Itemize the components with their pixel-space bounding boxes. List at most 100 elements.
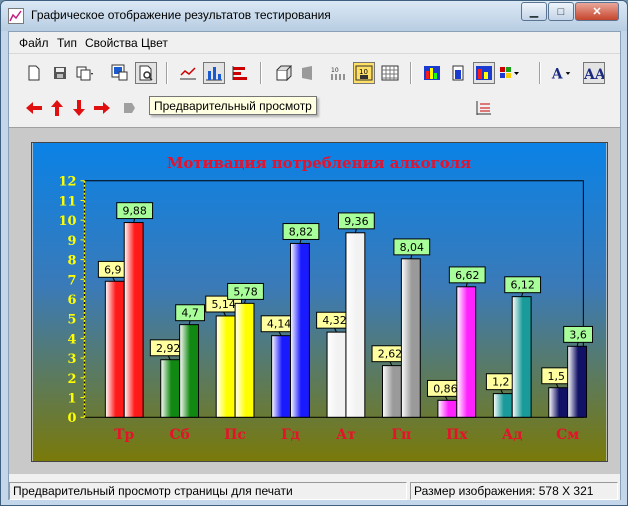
value-label: 0,86 [433, 382, 457, 395]
grid-lines-icon [476, 101, 491, 115]
menu-properties[interactable]: Свойства [85, 36, 138, 50]
y-tick-label: 0 [68, 411, 77, 426]
flat-view-button[interactable] [297, 62, 319, 84]
bar-chart-button[interactable] [203, 62, 225, 84]
cube-icon [276, 65, 293, 81]
value-label: 5,14 [211, 298, 235, 311]
y-tick-label: 8 [68, 254, 77, 269]
svg-text:10: 10 [331, 67, 339, 74]
bar [160, 359, 181, 418]
move-right-button[interactable] [91, 97, 113, 119]
category-label: Ат [336, 427, 356, 443]
save-button[interactable] [49, 62, 71, 84]
y-tick-label: 7 [68, 273, 77, 288]
menu-type[interactable]: Тип [57, 36, 77, 50]
save-icon [54, 67, 66, 79]
palette-icon [500, 67, 519, 78]
bar [104, 280, 125, 418]
horizontal-bar-chart-button[interactable] [229, 62, 251, 84]
rotate-button[interactable] [118, 97, 140, 119]
bar [567, 345, 588, 418]
new-document-icon [28, 65, 40, 81]
export-image-icon [111, 64, 128, 81]
chart-title: Мотивация потребления алкоголя [167, 154, 471, 172]
bar [548, 387, 569, 418]
category-label: Пс [224, 427, 246, 443]
bar [345, 232, 366, 418]
move-left-button[interactable] [23, 97, 45, 119]
print-preview-button[interactable] [135, 62, 157, 84]
font-color-icon: A [551, 67, 571, 82]
value-labels-button[interactable]: 10 [353, 62, 375, 84]
bar [290, 242, 310, 418]
horizontal-bar-chart-icon [232, 66, 247, 80]
value-label: 5,78 [233, 285, 257, 298]
y-tick-label: 12 [59, 175, 77, 190]
gradient-fill-icon [476, 66, 492, 80]
svg-text:AA: AA [584, 67, 604, 81]
palette-button[interactable] [499, 62, 521, 84]
status-bar: Предварительный просмотр страницы для пе… [9, 479, 620, 500]
category-label: Ад [502, 427, 523, 443]
status-image-size: Размер изображения: 578 X 321 [410, 482, 618, 500]
bar [271, 335, 292, 418]
category-label: Гд [281, 427, 300, 443]
toolbar-separator [410, 62, 412, 84]
font-icon: AA [584, 67, 604, 81]
menu-file[interactable]: Файл [19, 36, 49, 50]
print-preview-icon [139, 65, 153, 81]
bar [492, 393, 513, 418]
bar [400, 258, 421, 418]
client-area: Файл Тип Свойства Цвет 10 10 A AA Предва… [8, 31, 621, 500]
axis-scale-button[interactable]: 10 [327, 62, 349, 84]
value-label: 2,62 [378, 348, 402, 361]
bar [215, 315, 236, 418]
app-window: Графическое отображение результатов тест… [0, 0, 628, 506]
font-color-button[interactable]: A [551, 62, 573, 84]
arrow-right-icon [94, 102, 110, 114]
minimize-icon: ▁ [529, 6, 539, 18]
maximize-button[interactable]: □ [548, 2, 574, 21]
y-tick-label: 10 [59, 214, 77, 229]
close-button[interactable]: ✕ [575, 2, 619, 21]
maximize-icon: □ [557, 5, 565, 18]
value-label: 4,32 [322, 314, 346, 327]
y-tick-label: 5 [68, 313, 77, 328]
grid-button[interactable] [379, 62, 401, 84]
y-tick-label: 6 [68, 293, 77, 308]
move-up-button[interactable] [46, 97, 68, 119]
category-label: Тр [114, 427, 134, 443]
copy-button[interactable] [73, 62, 95, 84]
gradient-fill-button[interactable] [473, 62, 495, 84]
bar [456, 286, 477, 418]
axis-scale-icon: 10 [331, 67, 345, 80]
3d-view-button[interactable] [273, 62, 295, 84]
svg-text:A: A [551, 67, 563, 82]
bar [123, 222, 144, 418]
bar [234, 302, 255, 418]
category-label: См [556, 427, 579, 443]
background-color-button[interactable] [421, 62, 443, 84]
menu-color[interactable]: Цвет [141, 36, 168, 50]
new-document-button[interactable] [23, 62, 45, 84]
window-title: Графическое отображение результатов тест… [31, 8, 331, 22]
move-down-button[interactable] [68, 97, 90, 119]
minimize-button[interactable]: ▁ [521, 2, 547, 21]
font-button[interactable]: AA [583, 62, 605, 84]
bar-color-button[interactable] [447, 62, 469, 84]
bar-chart-icon [206, 67, 222, 81]
chart-canvas: Мотивация потребления алкоголя 012345678… [31, 142, 608, 462]
export-image-button[interactable] [109, 62, 131, 84]
bar [179, 324, 200, 418]
category-label: Сб [169, 427, 189, 443]
toolbar-separator [260, 62, 262, 84]
rotate-icon [124, 103, 135, 113]
copy-icon [76, 66, 93, 81]
bar [381, 365, 402, 418]
value-label: 1,2 [492, 376, 509, 389]
value-label: 2,92 [156, 342, 180, 355]
line-chart-button[interactable] [177, 62, 199, 84]
value-label: 6,12 [511, 279, 535, 292]
title-bar[interactable]: Графическое отображение результатов тест… [1, 1, 627, 31]
grid-lines-button[interactable] [472, 97, 494, 119]
